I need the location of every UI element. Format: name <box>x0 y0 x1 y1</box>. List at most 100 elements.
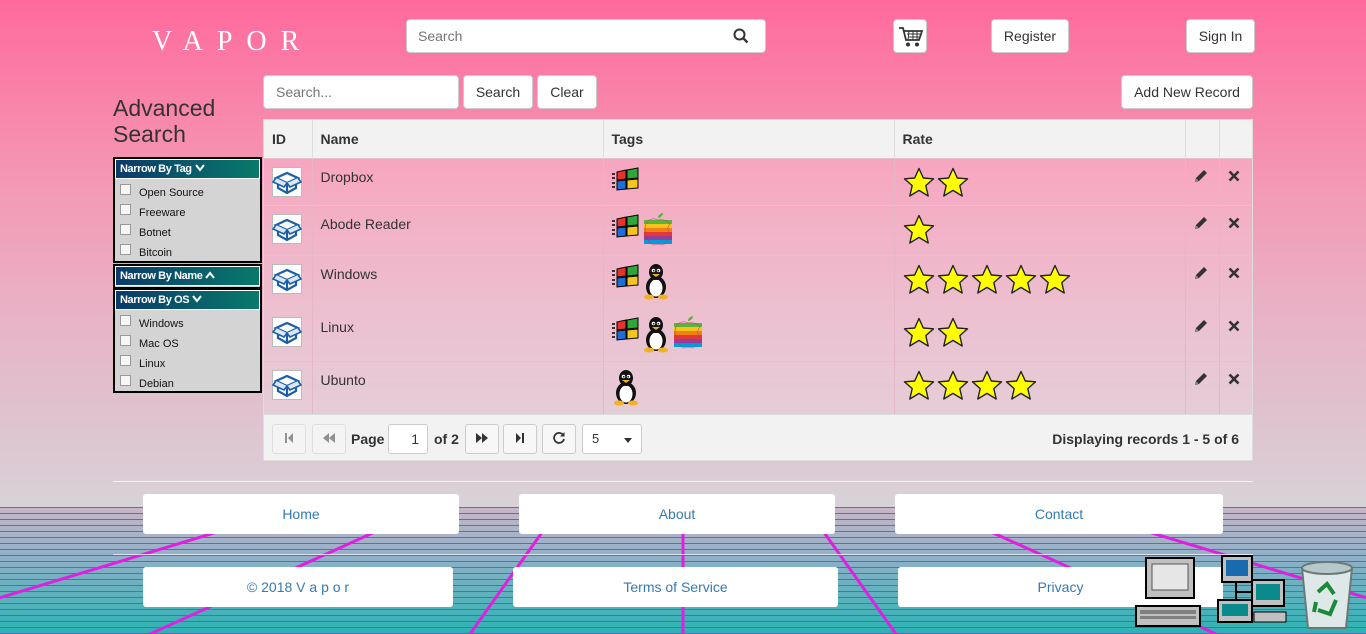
recycle-bin-icon[interactable] <box>1294 556 1360 634</box>
footer-divider <box>113 481 1253 482</box>
page-number-input[interactable]: 1 <box>388 424 428 454</box>
tag-option[interactable]: Open Source <box>115 179 260 199</box>
clear-button[interactable]: Clear <box>537 75 597 109</box>
tag-option[interactable]: Freeware <box>115 199 260 219</box>
header-search-input[interactable] <box>407 20 707 52</box>
rate-cell <box>894 307 1186 361</box>
os-filter-header[interactable]: Narrow By OS <box>115 290 260 310</box>
delete-button[interactable] <box>1219 157 1252 205</box>
first-page-icon <box>284 431 294 447</box>
computer-icon[interactable] <box>1132 554 1204 634</box>
delete-button[interactable] <box>1219 204 1252 255</box>
windows-icon <box>611 316 640 354</box>
id-cell <box>264 157 313 205</box>
rewind-icon <box>322 431 336 447</box>
delete-button[interactable] <box>1219 360 1252 414</box>
tag-filter-panel: Narrow By Tag Open Source Freeware Botne… <box>113 157 262 263</box>
os-filter-panel: Narrow By OS Windows Mac OS Linux Debian <box>113 288 262 393</box>
record-name: Linux <box>320 318 354 335</box>
edit-button[interactable] <box>1185 307 1220 361</box>
record-name: Windows <box>320 265 378 282</box>
rating-stars <box>903 167 1185 198</box>
checkbox[interactable] <box>120 204 131 215</box>
app-box-icon <box>271 213 303 244</box>
edit-button[interactable] <box>1185 360 1220 414</box>
delete-button[interactable] <box>1219 254 1252 308</box>
os-option[interactable]: Mac OS <box>115 330 260 350</box>
checkbox[interactable] <box>120 244 131 255</box>
grid-search-box[interactable] <box>263 75 459 109</box>
pencil-icon <box>1194 372 1208 386</box>
table-row[interactable]: Ubunto <box>264 360 1252 414</box>
os-option[interactable]: Debian <box>115 370 260 390</box>
column-header-delete <box>1219 120 1252 158</box>
star-icon <box>903 317 935 348</box>
star-icon <box>903 264 935 295</box>
checkbox[interactable] <box>120 184 131 195</box>
close-icon <box>1228 170 1240 182</box>
id-cell <box>264 204 313 255</box>
tag-option[interactable]: Bitcoin <box>115 239 260 259</box>
add-new-record-button[interactable]: Add New Record <box>1121 75 1253 109</box>
vapor-logo[interactable]: VAPOR <box>152 26 313 58</box>
checkbox[interactable] <box>120 315 131 326</box>
column-header-rate[interactable]: Rate <box>894 120 1186 158</box>
checkbox[interactable] <box>120 355 131 366</box>
page-size-select[interactable]: 5 <box>582 424 642 454</box>
grid-search-input[interactable] <box>264 76 454 108</box>
edit-button[interactable] <box>1185 204 1220 255</box>
sign-in-button[interactable]: Sign In <box>1186 19 1255 53</box>
chevron-down-icon <box>194 163 205 175</box>
grid-search-button[interactable]: Search <box>463 75 533 109</box>
network-computers-icon[interactable] <box>1214 552 1290 634</box>
name-cell: Windows <box>312 254 604 308</box>
pencil-icon <box>1194 169 1208 183</box>
edit-button[interactable] <box>1185 157 1220 205</box>
caret-down-icon <box>624 438 632 443</box>
column-header-name[interactable]: Name <box>312 120 604 158</box>
windows-icon <box>611 213 640 247</box>
windows-icon <box>611 166 640 192</box>
previous-page-button[interactable] <box>312 424 346 454</box>
footer-link-terms[interactable]: Terms of Service <box>513 567 838 607</box>
record-name: Dropbox <box>320 168 374 185</box>
apple-icon <box>672 315 704 354</box>
table-row[interactable]: Dropbox <box>264 157 1252 205</box>
table-row[interactable]: Windows <box>264 254 1252 308</box>
last-page-button[interactable] <box>503 424 537 454</box>
first-page-button[interactable] <box>272 424 306 454</box>
header-search-box[interactable] <box>406 19 766 53</box>
table-row[interactable]: Abode Reader <box>264 204 1252 255</box>
footer-copyright[interactable]: © 2018 V a p o r <box>143 567 453 607</box>
tag-filter-header[interactable]: Narrow By Tag <box>115 159 260 179</box>
checkbox[interactable] <box>120 335 131 346</box>
star-icon <box>1005 370 1037 401</box>
column-header-id[interactable]: ID <box>264 120 313 158</box>
column-header-edit <box>1185 120 1220 158</box>
apple-icon <box>642 212 674 247</box>
edit-button[interactable] <box>1185 254 1220 308</box>
os-option[interactable]: Windows <box>115 310 260 330</box>
tag-option[interactable]: Botnet <box>115 219 260 239</box>
delete-button[interactable] <box>1219 307 1252 361</box>
cart-button[interactable] <box>893 19 927 53</box>
id-cell <box>264 254 313 308</box>
footer-link-contact[interactable]: Contact <box>895 494 1223 534</box>
search-icon[interactable] <box>733 28 749 47</box>
column-header-tags[interactable]: Tags <box>603 120 895 158</box>
register-button[interactable]: Register <box>991 19 1069 53</box>
grid-pager: Page 1 of 2 5 Displaying records 1 - 5 o… <box>264 414 1252 460</box>
checkbox[interactable] <box>120 224 131 235</box>
refresh-button[interactable] <box>542 424 576 454</box>
name-filter-header[interactable]: Narrow By Name <box>115 266 260 286</box>
table-row[interactable]: Linux <box>264 307 1252 361</box>
footer-link-home[interactable]: Home <box>143 494 459 534</box>
records-grid: ID Name Tags Rate Dropbox Abode Reader Win… <box>263 119 1253 461</box>
footer-link-about[interactable]: About <box>519 494 835 534</box>
tags-cell <box>603 157 895 205</box>
checkbox[interactable] <box>120 375 131 386</box>
os-option[interactable]: Linux <box>115 350 260 370</box>
star-icon <box>937 370 969 401</box>
rating-stars <box>903 317 1185 348</box>
next-page-button[interactable] <box>465 424 499 454</box>
